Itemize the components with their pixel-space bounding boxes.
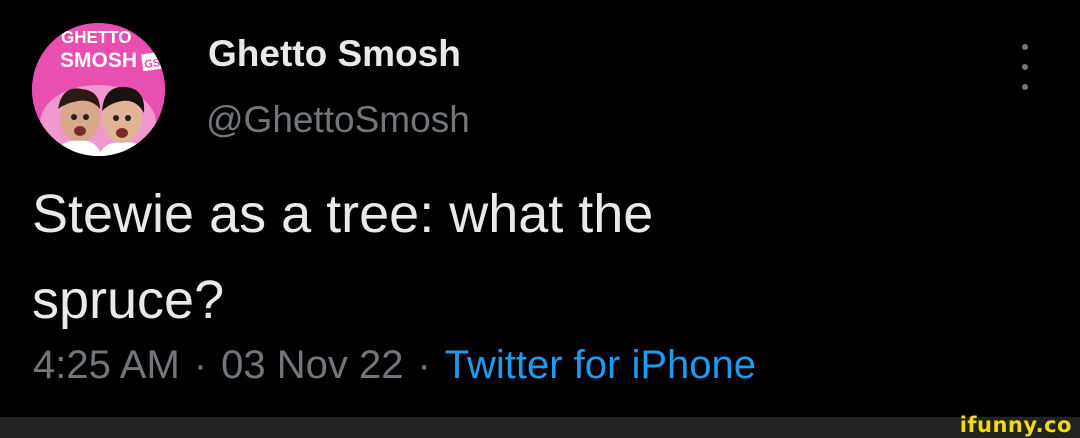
- logo-badge: GS: [144, 57, 161, 71]
- more-dot: [1022, 84, 1028, 90]
- tweet-source-link[interactable]: Twitter for iPhone: [445, 343, 756, 387]
- author-handle[interactable]: @GhettoSmosh: [206, 99, 470, 141]
- more-dot: [1022, 44, 1028, 50]
- avatar[interactable]: GHETTO SMOSH GS: [32, 23, 165, 156]
- more-dot: [1022, 64, 1028, 70]
- meta-separator: ·: [417, 343, 431, 387]
- meta-separator: ·: [193, 343, 208, 387]
- tweet-text-line: Stewie as a tree: what the: [32, 184, 654, 244]
- tweet-date[interactable]: 03 Nov 22: [221, 343, 403, 387]
- tweet-text: Stewie as a tree: what the spruce?: [32, 171, 1032, 343]
- logo-text-smosh: SMOSH: [60, 49, 137, 72]
- tweet-card: GHETTO SMOSH GS Ghetto Smosh @GhettoSmos…: [0, 0, 1080, 438]
- author-display-name[interactable]: Ghetto Smosh: [208, 33, 461, 75]
- tweet-meta: 4:25 AM · 03 Nov 22 · Twitter for iPhone: [33, 343, 756, 388]
- ifunny-watermark: ifunny.co: [959, 413, 1072, 437]
- tweet-text-line: spruce?: [32, 270, 225, 330]
- more-vertical-icon[interactable]: [1010, 42, 1040, 92]
- ghetto-smosh-logo-icon: GHETTO SMOSH GS: [32, 23, 165, 156]
- watermark-bar: [0, 417, 1080, 438]
- logo-text-ghetto: GHETTO: [61, 27, 131, 47]
- tweet-time[interactable]: 4:25 AM: [33, 343, 180, 387]
